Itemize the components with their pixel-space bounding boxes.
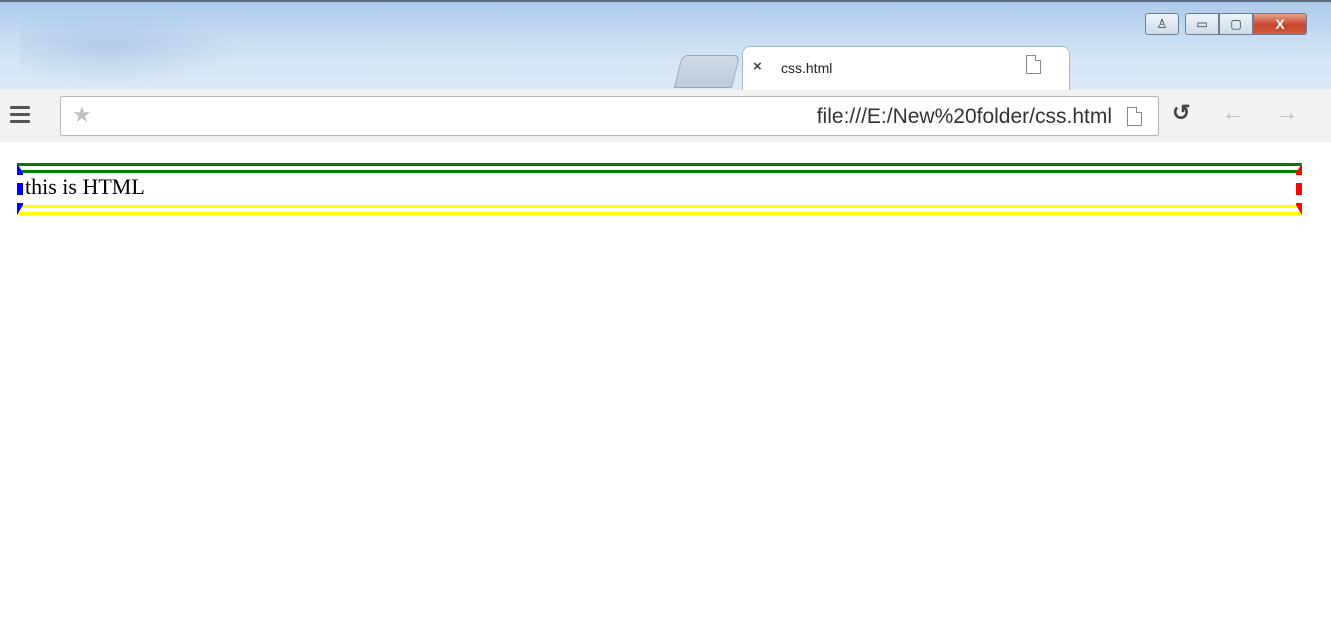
tab-page-icon [1026, 55, 1041, 74]
menu-icon[interactable] [10, 106, 30, 127]
close-window-button[interactable]: X [1253, 13, 1307, 35]
page-text: this is HTML [25, 174, 145, 199]
back-arrow-icon[interactable]: ← [1222, 100, 1244, 126]
tab-title: css.html [781, 60, 833, 76]
tab-close-icon[interactable]: × [753, 58, 762, 75]
menu-line [10, 106, 30, 109]
window-button-group: ▭ ▢ X [1185, 13, 1307, 35]
new-tab-button[interactable] [673, 55, 741, 88]
forward-arrow-icon[interactable]: → [1276, 100, 1298, 126]
reload-icon[interactable]: ↺ [1172, 100, 1190, 126]
blurred-background [20, 8, 240, 86]
maximize-button[interactable]: ▢ [1219, 13, 1253, 35]
bordered-div: this is HTML [17, 163, 1302, 215]
address-bar[interactable]: ★ file:///E:/New%20folder/css.html [60, 96, 1159, 136]
window-titlebar: × css.html ♙ ▭ ▢ X [0, 0, 1331, 91]
minimize-button[interactable]: ▭ [1185, 13, 1219, 35]
top-border [0, 0, 1331, 2]
page-content: this is HTML [0, 142, 1331, 639]
url-text[interactable]: file:///E:/New%20folder/css.html [817, 105, 1112, 129]
menu-line [10, 113, 30, 116]
menu-line [10, 120, 30, 123]
bookmark-star-icon[interactable]: ★ [72, 102, 92, 128]
window-controls: ♙ ▭ ▢ X [1145, 13, 1307, 35]
browser-toolbar: ★ file:///E:/New%20folder/css.html ↺ ← → [0, 90, 1331, 143]
tab-css-html[interactable]: × css.html [742, 46, 1070, 91]
user-profile-icon[interactable]: ♙ [1145, 13, 1179, 35]
page-info-icon[interactable] [1127, 107, 1142, 126]
